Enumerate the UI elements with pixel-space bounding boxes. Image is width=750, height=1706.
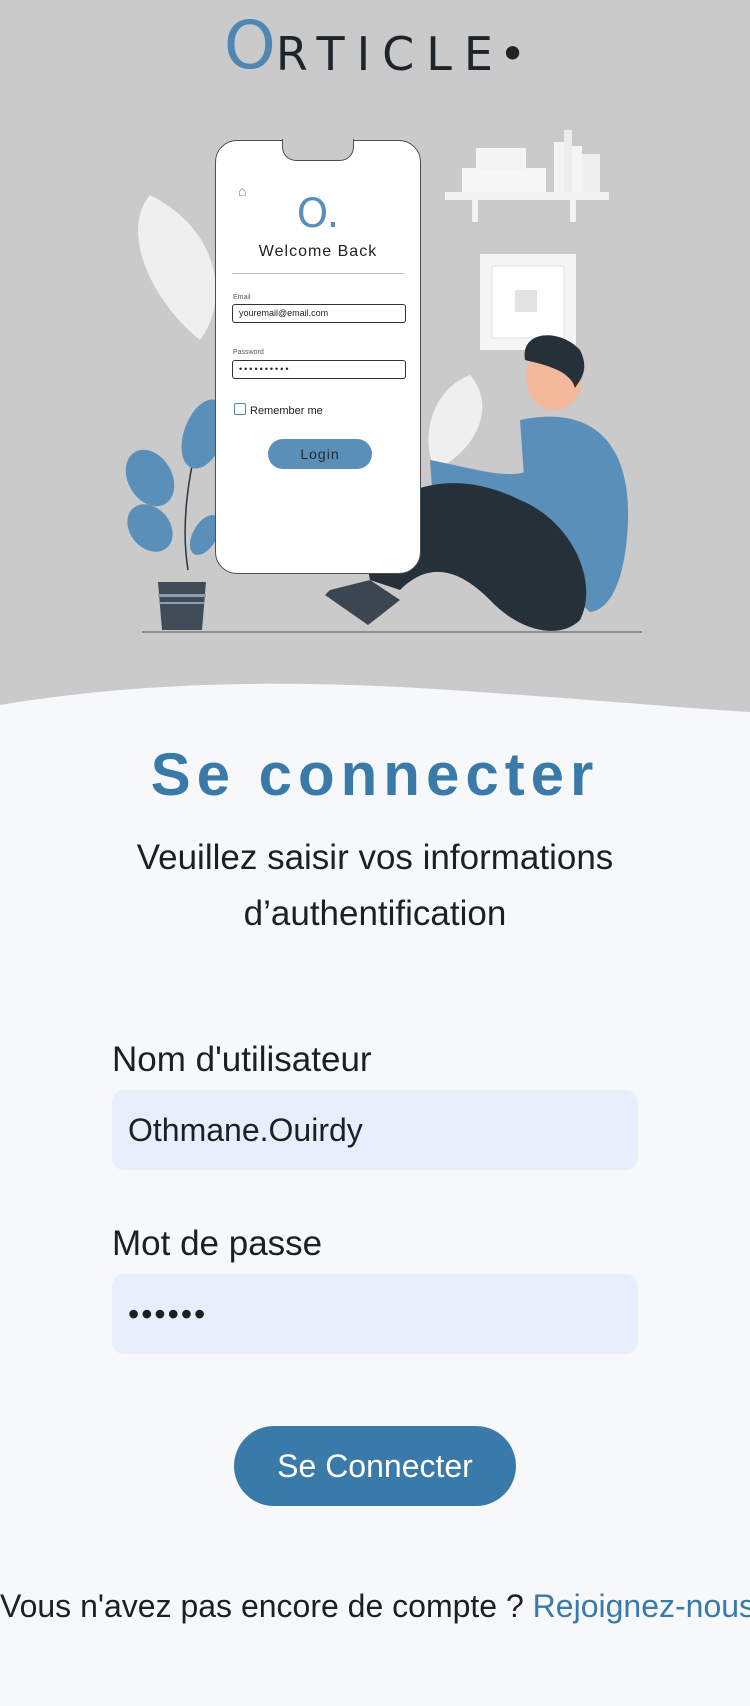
phone-remember-me: Remember me [234, 403, 323, 417]
page-title: Se connecter [150, 741, 600, 808]
phone-email-label: Email [233, 294, 251, 301]
phone-logo: O. [296, 191, 340, 237]
brand-name: RTICLE [275, 27, 505, 81]
brand-dot: • [498, 27, 527, 81]
phone-divider [232, 273, 404, 274]
phone-login-button: Login [268, 439, 372, 469]
signup-prompt: Vous n'avez pas encore de compte ? Rejoi… [0, 1588, 750, 1625]
brand-logo: ORTICLE• [0, 6, 750, 102]
phone-remember-label: Remember me [250, 405, 323, 417]
brand-initial: O [223, 7, 276, 84]
username-input[interactable] [112, 1090, 638, 1170]
phone-email-field: youremail@email.com [232, 304, 406, 323]
page-subtitle: Veuillez saisir vos informations d’authe… [136, 838, 614, 933]
password-input[interactable]: •••••• [112, 1274, 638, 1354]
phone-notch [282, 139, 354, 161]
login-button[interactable]: Se Connecter [234, 1426, 516, 1506]
hero-wave-divider [0, 683, 750, 740]
username-label: Nom d'utilisateur [112, 1040, 372, 1079]
password-label: Mot de passe [112, 1224, 323, 1263]
phone-password-label: Password [233, 349, 264, 356]
signup-prompt-text: Vous n'avez pas encore de compte ? [0, 1588, 524, 1624]
phone-illustration: ⌂ O. Welcome Back Email youremail@email.… [215, 139, 421, 574]
checkbox-icon [234, 403, 246, 415]
signup-link[interactable]: Rejoignez-nous [533, 1588, 750, 1624]
phone-welcome-text: Welcome Back [258, 243, 378, 260]
phone-password-field: •••••••••• [232, 360, 406, 379]
